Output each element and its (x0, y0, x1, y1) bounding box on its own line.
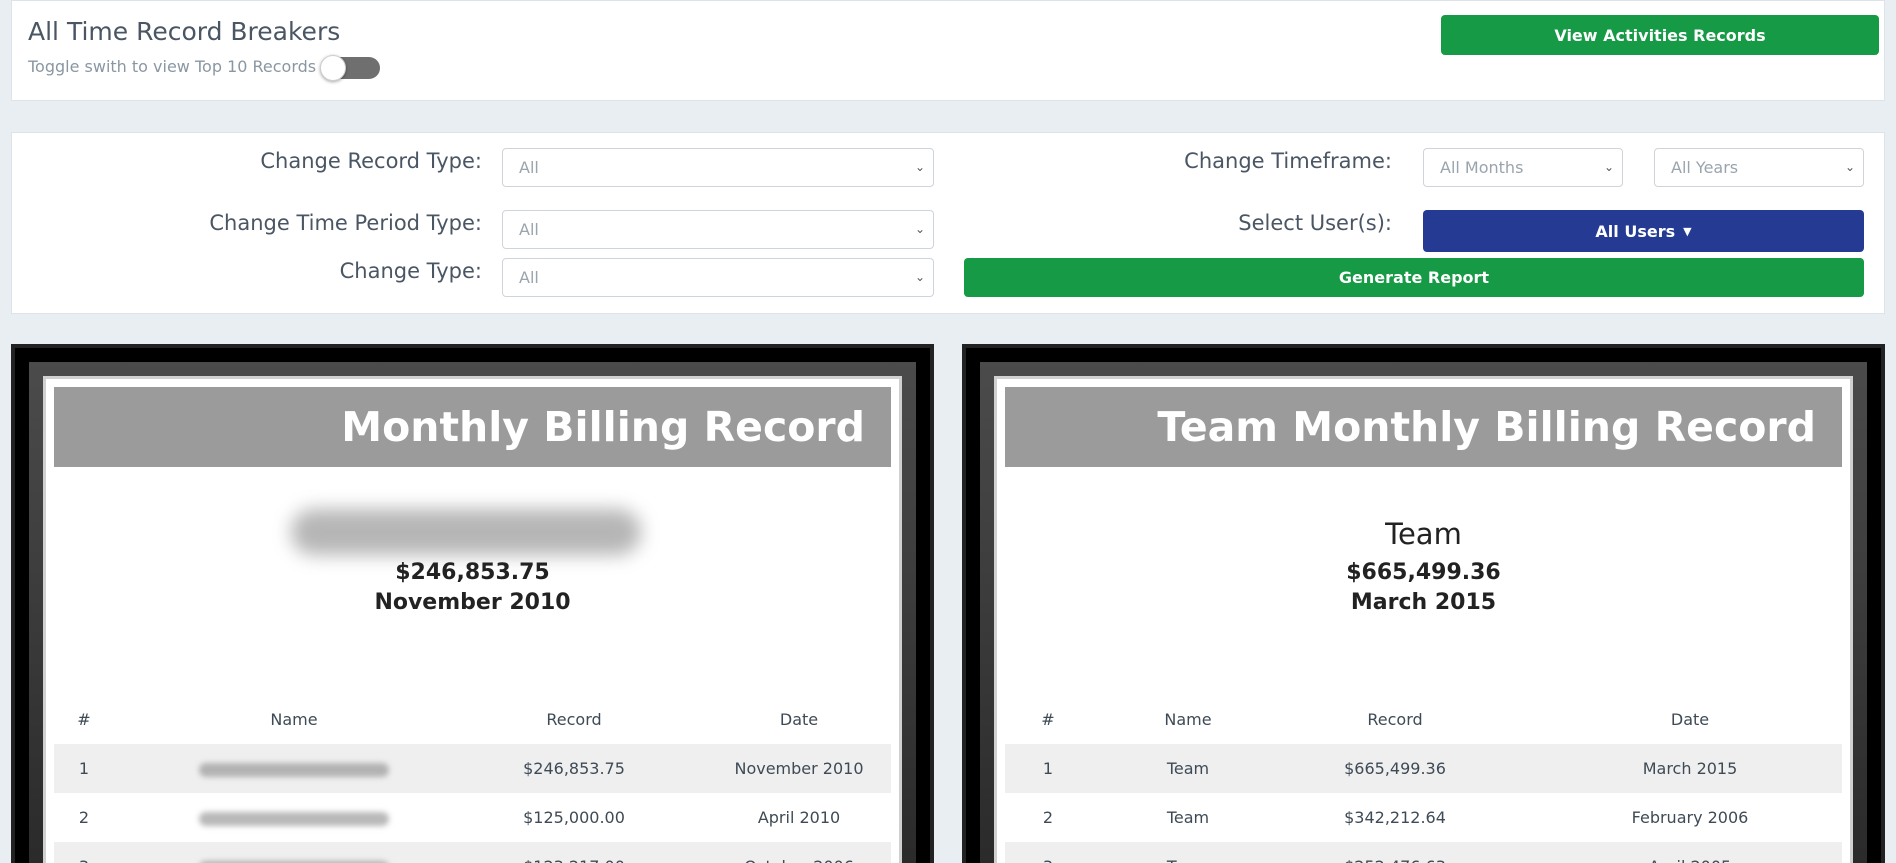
change-type-value: All (519, 268, 539, 287)
record-amount: $665,499.36 (1346, 560, 1501, 585)
record-title: Team Monthly Billing Record (1005, 387, 1842, 467)
timeframe-label: Change Timeframe: (1184, 149, 1392, 173)
name-cell (174, 793, 414, 842)
column-header: Record (1367, 710, 1423, 729)
name-cell: Team (1115, 842, 1261, 863)
rank-cell: 3 (54, 842, 114, 863)
record-cell: $125,000.00 (523, 808, 625, 827)
record-date: March 2015 (1350, 590, 1497, 615)
users-value: All Users (1595, 221, 1676, 241)
view-activities-button[interactable]: View Activities Records (1441, 15, 1879, 55)
date-cell: March 2015 (1642, 759, 1738, 778)
name-cell (174, 744, 414, 793)
date-cell: November 2010 (734, 759, 864, 778)
chevron-down-icon: ⌄ (914, 160, 925, 174)
toggle-label: Toggle swith to view Top 10 Records (28, 57, 317, 76)
table-row: 1 Team $665,499.36 March 2015 (1005, 744, 1842, 793)
record-type-label: Change Record Type: (260, 149, 482, 173)
users-dropdown-button[interactable]: All Users ▼ (1423, 210, 1864, 252)
chevron-down-icon: ⌄ (914, 270, 925, 284)
name-cell: Team (1166, 808, 1210, 827)
time-period-type-label: Change Time Period Type: (209, 211, 482, 235)
table-header: # Name Record Date (1005, 695, 1842, 744)
column-header: Date (1670, 710, 1710, 729)
column-header: # (1041, 710, 1055, 729)
rank-cell: 2 (1042, 808, 1054, 827)
date-cell: October 2006 (694, 842, 904, 863)
time-period-type-select[interactable]: All ⌄ (502, 210, 934, 249)
date-cell: February 2006 (1631, 808, 1749, 827)
page-title: All Time Record Breakers (28, 17, 341, 46)
change-type-label: Change Type: (339, 259, 482, 283)
table-row: 2 $125,000.00 April 2010 (54, 793, 891, 842)
column-header: Record (546, 710, 602, 729)
rank-cell: 1 (78, 759, 90, 778)
record-date: November 2010 (374, 590, 571, 615)
record-cell: $252,476.63 (1315, 842, 1475, 863)
record-panel: Team Monthly Billing Record Team $665,49… (994, 376, 1853, 863)
chevron-down-icon: ⌄ (914, 222, 925, 236)
name-cell (174, 842, 414, 863)
table-row: 3 Team $252,476.63 April 2005 (1005, 842, 1842, 863)
name-redacted (199, 811, 389, 826)
date-cell: April 2010 (757, 808, 841, 827)
month-value: All Months (1440, 158, 1524, 177)
generate-report-button[interactable]: Generate Report (964, 258, 1864, 297)
record-holder: Team (1385, 517, 1462, 551)
record-cell: $246,853.75 (523, 759, 625, 778)
record-title: Monthly Billing Record (54, 387, 891, 467)
rank-cell: 1 (1042, 759, 1054, 778)
record-type-value: All (519, 158, 539, 177)
column-header: Name (1164, 710, 1212, 729)
column-header: Date (779, 710, 819, 729)
record-type-select[interactable]: All ⌄ (502, 148, 934, 187)
name-cell: Team (1166, 759, 1210, 778)
chevron-down-icon: ⌄ (1844, 160, 1855, 174)
name-redacted (199, 762, 389, 777)
header-card: All Time Record Breakers Toggle swith to… (11, 0, 1885, 101)
chevron-down-icon: ⌄ (1603, 160, 1614, 174)
record-cell: $665,499.36 (1344, 759, 1446, 778)
caret-down-icon: ▼ (1683, 224, 1692, 238)
top10-toggle[interactable] (320, 55, 380, 81)
column-header: Name (270, 710, 318, 729)
toggle-knob[interactable] (320, 55, 346, 81)
users-label: Select User(s): (1238, 211, 1392, 235)
rank-cell: 2 (78, 808, 90, 827)
record-frame-team-monthly-billing: Team Monthly Billing Record Team $665,49… (962, 344, 1885, 863)
time-period-type-value: All (519, 220, 539, 239)
month-select[interactable]: All Months ⌄ (1423, 148, 1623, 187)
rank-cell: 3 (1005, 842, 1091, 863)
filter-card: Change Record Type: All ⌄ Change Time Pe… (11, 132, 1885, 314)
table-row: 2 Team $342,212.64 February 2006 (1005, 793, 1842, 842)
record-cell: $342,212.64 (1344, 808, 1446, 827)
record-panel: Monthly Billing Record $246,853.75 Novem… (43, 376, 902, 863)
table-row: 3 $123,217.00 October 2006 (54, 842, 891, 863)
record-amount: $246,853.75 (395, 560, 550, 585)
date-cell: April 2005 (1585, 842, 1795, 863)
year-value: All Years (1671, 158, 1739, 177)
change-type-select[interactable]: All ⌄ (502, 258, 934, 297)
column-header: # (77, 710, 91, 729)
table-header: # Name Record Date (54, 695, 891, 744)
record-frame-monthly-billing: Monthly Billing Record $246,853.75 Novem… (11, 344, 934, 863)
records-table: # Name Record Date 1 $246,853.75 Novembe… (54, 695, 891, 863)
year-select[interactable]: All Years ⌄ (1654, 148, 1864, 187)
table-row: 1 $246,853.75 November 2010 (54, 744, 891, 793)
records-table: # Name Record Date 1 Team $665,499.36 Ma… (1005, 695, 1842, 863)
record-cell: $123,217.00 (494, 842, 654, 863)
holder-name-redacted (291, 509, 641, 555)
